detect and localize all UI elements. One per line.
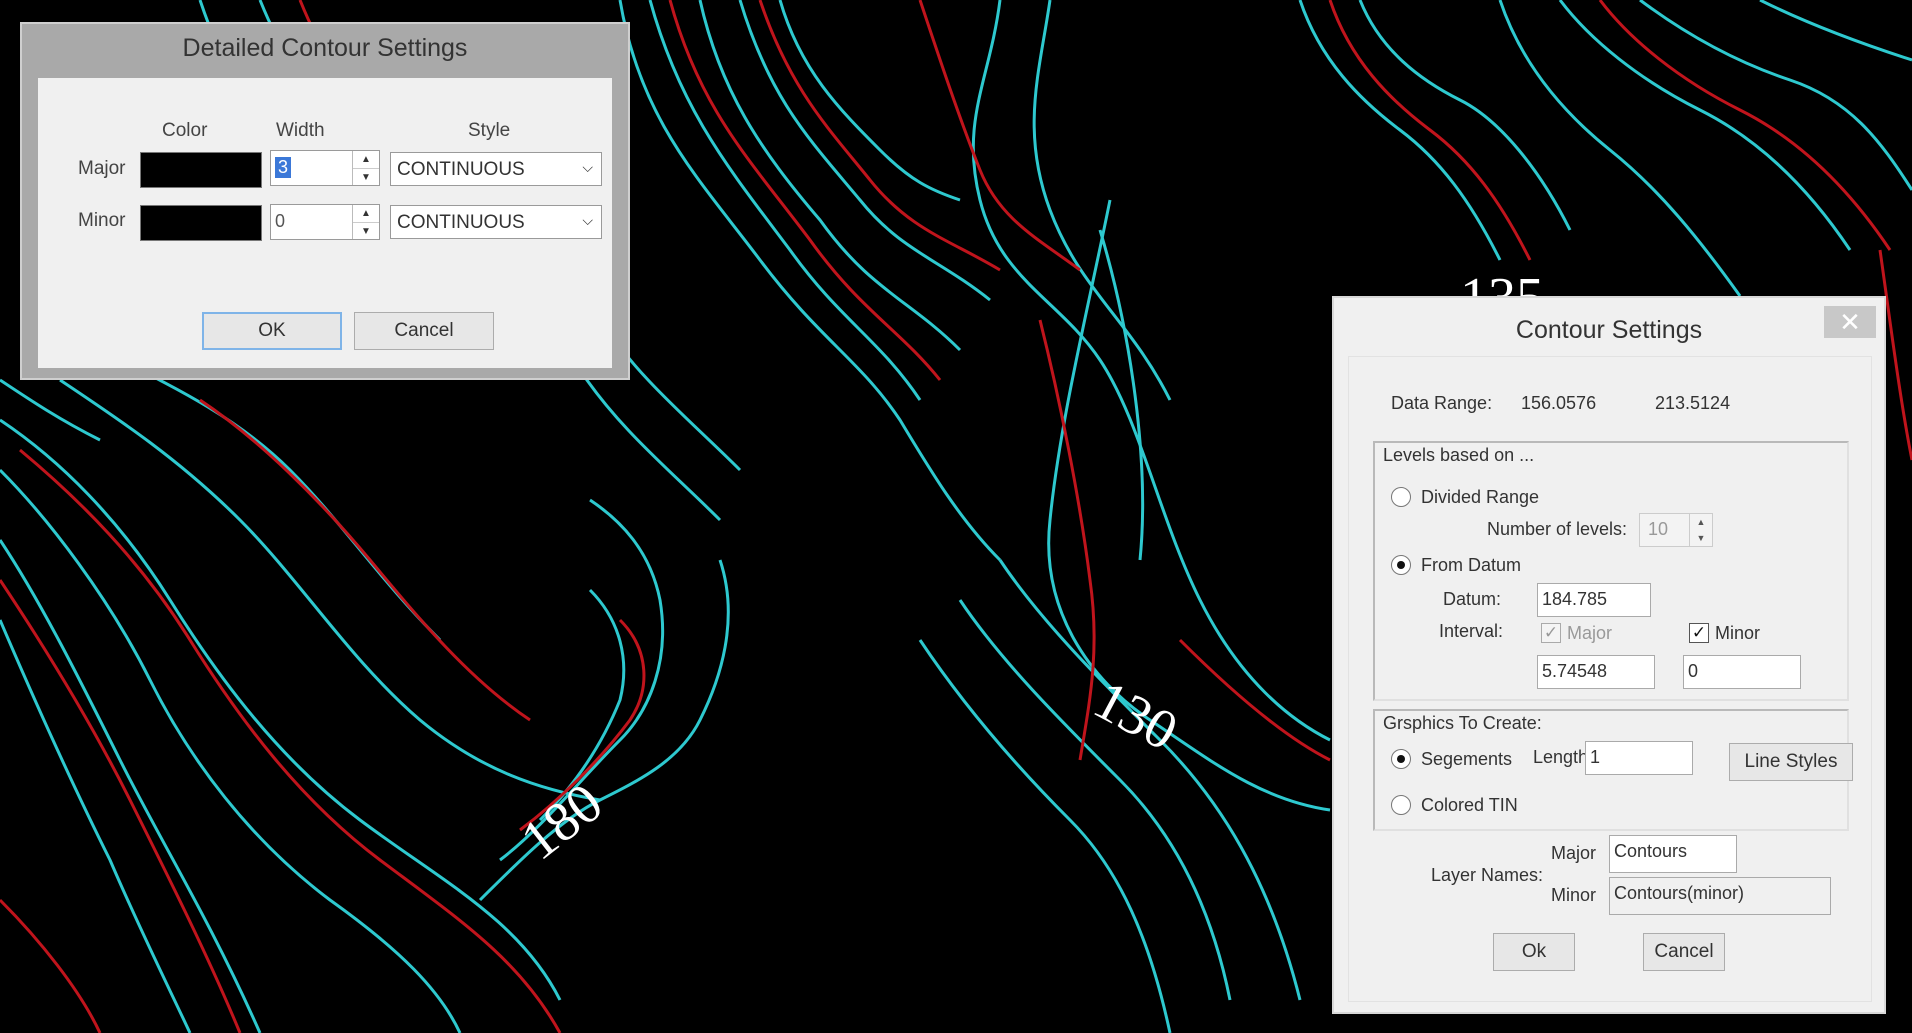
major-width-value[interactable]: 3 <box>275 157 292 178</box>
minor-style-value: CONTINUOUS <box>397 212 525 233</box>
spin-down-icon[interactable]: ▼ <box>353 169 379 186</box>
length-label: Length <box>1533 747 1589 767</box>
dialog-body: Color Width Style Major 3 ▲ ▼ CONTINUOUS … <box>38 78 612 368</box>
data-range-label: Data Range: <box>1391 393 1493 413</box>
minor-row-label: Minor <box>78 210 126 231</box>
major-interval-value: 5.74548 <box>1542 661 1608 681</box>
segments-radio[interactable] <box>1391 749 1411 769</box>
minor-interval-input[interactable]: 0 <box>1683 655 1801 689</box>
colored-tin-label: Colored TIN <box>1421 795 1518 815</box>
number-of-levels-spinner[interactable]: ▲ ▼ <box>1689 514 1712 546</box>
datum-input[interactable]: 184.785 <box>1537 583 1651 617</box>
spin-up-icon[interactable]: ▲ <box>353 151 379 169</box>
divided-range-radio[interactable] <box>1391 487 1411 507</box>
number-of-levels-input[interactable]: 10 ▲ ▼ <box>1639 513 1713 547</box>
divided-range-label: Divided Range <box>1421 487 1540 507</box>
minor-width-arrows[interactable]: ▲ ▼ <box>352 205 379 239</box>
major-color-swatch[interactable] <box>140 152 262 188</box>
major-interval-checkbox[interactable]: ✓ <box>1541 623 1561 643</box>
layer-major-label: Major <box>1551 843 1597 863</box>
style-column-header: Style <box>468 120 511 141</box>
minor-interval-checkbox[interactable]: ✓ <box>1689 623 1709 643</box>
color-column-header: Color <box>162 120 208 141</box>
major-style-select[interactable]: CONTINUOUS ⌵ <box>390 152 602 186</box>
minor-interval-check-label: Minor <box>1715 623 1761 643</box>
spin-down-icon[interactable]: ▼ <box>353 223 379 240</box>
chevron-down-icon[interactable]: ⌵ <box>582 159 593 176</box>
layer-major-value: Contours <box>1614 841 1688 861</box>
segments-label: Segements <box>1421 749 1513 769</box>
dialog-title: Detailed Contour Settings <box>182 34 468 62</box>
layer-names-label: Layer Names: <box>1431 865 1544 885</box>
major-interval-input[interactable]: 5.74548 <box>1537 655 1655 689</box>
layer-minor-input[interactable]: Contours(minor) <box>1609 877 1831 915</box>
minor-style-select[interactable]: CONTINUOUS ⌵ <box>390 205 602 239</box>
ok-button[interactable]: Ok <box>1493 933 1575 971</box>
dialog-body: Data Range: 156.0576 213.5124 Levels bas… <box>1348 356 1872 1002</box>
major-row-label: Major <box>78 158 126 179</box>
width-column-header: Width <box>276 120 325 141</box>
major-width-spinner[interactable]: 3 ▲ ▼ <box>270 150 380 186</box>
datum-label: Datum: <box>1443 589 1502 609</box>
minor-width-value[interactable]: 0 <box>275 211 285 232</box>
length-input[interactable]: 1 <box>1585 741 1693 775</box>
layer-minor-label: Minor <box>1551 885 1597 905</box>
datum-value: 184.785 <box>1542 589 1608 609</box>
major-width-arrows[interactable]: ▲ ▼ <box>352 151 379 185</box>
length-value: 1 <box>1590 747 1601 767</box>
contour-label-130: 130 <box>1084 669 1187 763</box>
minor-interval-value: 0 <box>1688 661 1699 681</box>
cancel-button[interactable]: Cancel <box>354 312 494 350</box>
levels-group-label: Levels based on ... <box>1381 445 1537 466</box>
minor-width-spinner[interactable]: 0 ▲ ▼ <box>270 204 380 240</box>
cancel-button[interactable]: Cancel <box>1643 933 1725 971</box>
major-style-value: CONTINUOUS <box>397 159 525 180</box>
dialog-title: Contour Settings <box>1515 316 1703 344</box>
detailed-contour-settings-dialog: Detailed Contour Settings Color Width St… <box>20 22 630 380</box>
layer-major-input[interactable]: Contours <box>1609 835 1737 873</box>
from-datum-radio[interactable] <box>1391 555 1411 575</box>
interval-label: Interval: <box>1439 621 1504 641</box>
data-range-min: 156.0576 <box>1521 393 1597 413</box>
number-of-levels-value: 10 <box>1648 519 1669 539</box>
spin-up-icon[interactable]: ▲ <box>353 205 379 223</box>
contour-settings-dialog: Contour Settings ✕ Data Range: 156.0576 … <box>1332 296 1886 1014</box>
number-of-levels-label: Number of levels: <box>1487 519 1628 539</box>
major-interval-check-label: Major <box>1567 623 1613 643</box>
ok-button[interactable]: OK <box>202 312 342 350</box>
line-styles-button[interactable]: Line Styles <box>1729 743 1853 781</box>
chevron-down-icon[interactable]: ⌵ <box>582 212 593 229</box>
colored-tin-radio[interactable] <box>1391 795 1411 815</box>
layer-minor-value: Contours(minor) <box>1614 883 1745 903</box>
data-range-max: 213.5124 <box>1655 393 1731 413</box>
minor-color-swatch[interactable] <box>140 205 262 241</box>
graphics-group-label: Grsphics To Create: <box>1381 713 1544 734</box>
from-datum-label: From Datum <box>1421 555 1522 575</box>
close-icon[interactable]: ✕ <box>1824 306 1876 338</box>
